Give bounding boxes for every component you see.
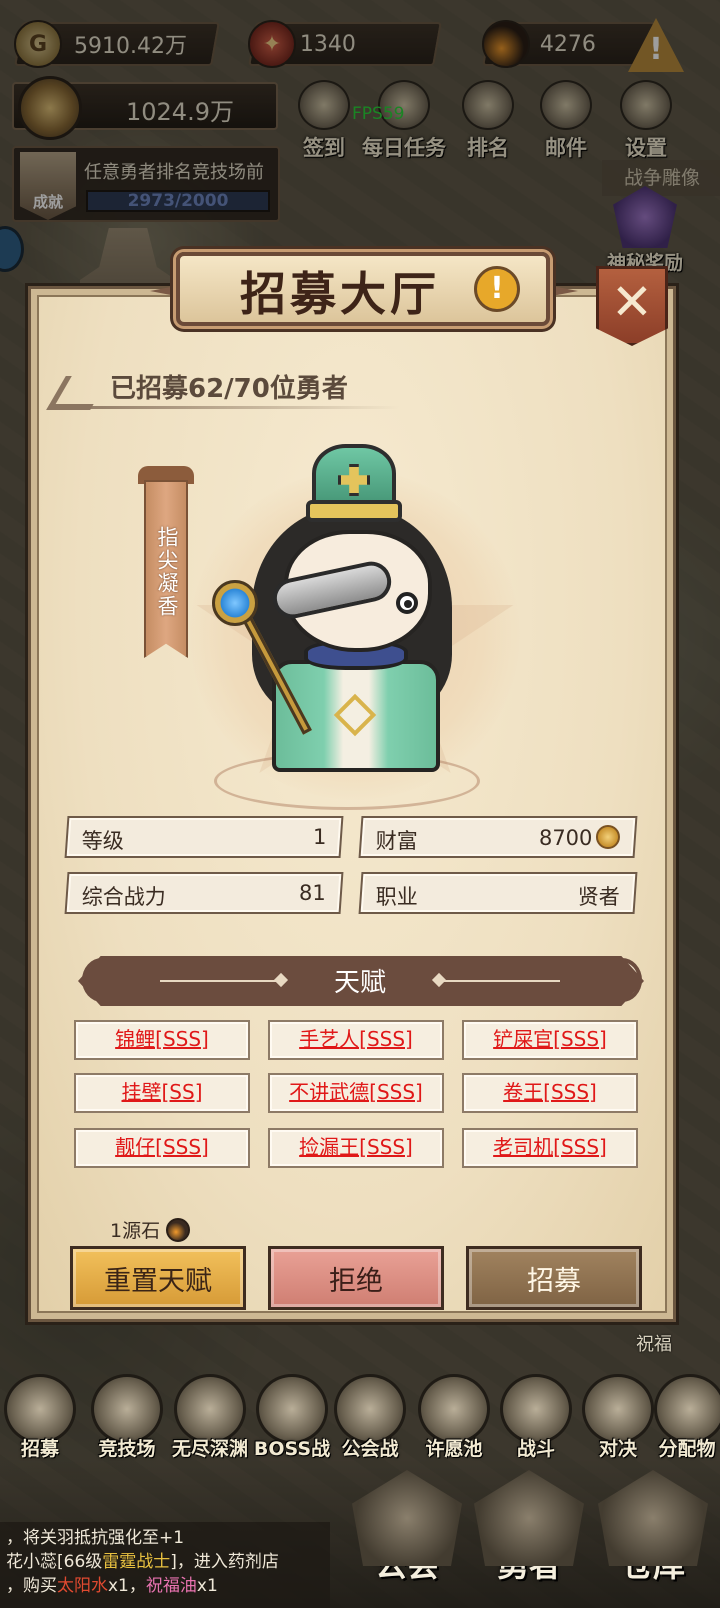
nav-duel-label: 对决	[598, 1438, 637, 1460]
nav-arena-label: 竞技场	[98, 1438, 156, 1460]
nav-duel[interactable]: 对决	[578, 1374, 658, 1461]
nav-recruit[interactable]: 招募	[0, 1374, 80, 1461]
nav-abyss-label: 无尽深渊	[171, 1438, 248, 1460]
chat-item: 太阳水	[57, 1576, 108, 1596]
coin-icon	[595, 825, 620, 849]
stat-power: 综合战力 81	[64, 872, 344, 914]
battle-icon	[500, 1374, 572, 1444]
map-label: 祝福	[636, 1334, 672, 1355]
nav-boss-label: BOSS战	[253, 1438, 331, 1460]
chat-text: ，购买	[6, 1576, 57, 1596]
class-value: 贤者	[577, 885, 620, 909]
duel-icon	[582, 1374, 654, 1444]
reject-button[interactable]: 拒绝	[268, 1246, 444, 1310]
chat-text: x1，	[108, 1576, 146, 1596]
talent-title: 天赋	[333, 968, 386, 998]
nav-guild-war-label: 公会战	[341, 1438, 399, 1460]
talent-item[interactable]: 锦鲤[SSS]	[74, 1020, 250, 1060]
helmet-icon	[474, 1470, 584, 1566]
count-underline	[60, 406, 400, 409]
tab-warehouse[interactable]: 仓库	[590, 1470, 716, 1608]
talent-item[interactable]: 手艺人[SSS]	[268, 1020, 444, 1060]
chat-text: ]，进入药剂店	[170, 1552, 279, 1572]
talent-line-left	[160, 980, 280, 982]
wealth-value-wrap: 8700	[539, 825, 620, 850]
hat-band	[306, 500, 402, 522]
stat-class: 职业 贤者	[358, 872, 638, 914]
staff-gem-icon	[212, 580, 258, 626]
chat-class: 雷霆战士	[102, 1552, 171, 1572]
chat-line: 花小蕊[66级雷霆战士]，进入药剂店	[6, 1550, 324, 1574]
info-warning-icon[interactable]: !	[474, 266, 520, 312]
abyss-icon	[174, 1374, 246, 1444]
talent-item[interactable]: 卷王[SSS]	[462, 1073, 638, 1113]
level-label: 等级	[81, 829, 124, 853]
chat-item: 祝福油	[145, 1576, 197, 1596]
stat-wealth: 财富 8700	[358, 816, 638, 858]
warehouse-icon	[598, 1470, 708, 1566]
hero-name: 指尖凝香	[155, 526, 179, 618]
nav-arena[interactable]: 竞技场	[82, 1374, 172, 1461]
nav-distribute-label: 分配物	[658, 1438, 716, 1460]
nav-wishing-pool-label: 许愿池	[425, 1438, 483, 1460]
talent-item[interactable]: 铲屎官[SSS]	[462, 1020, 638, 1060]
talent-item[interactable]: 靓仔[SSS]	[74, 1128, 250, 1168]
class-label: 职业	[375, 885, 418, 909]
source-stone-icon	[166, 1218, 191, 1242]
nav-guild-war[interactable]: 公会战	[330, 1374, 410, 1461]
hero-wealth-value: 8700	[538, 826, 592, 850]
chat-level: [66级	[57, 1552, 103, 1572]
guild-war-icon	[334, 1374, 406, 1444]
nav-boss[interactable]: BOSS战	[250, 1374, 334, 1461]
tab-guild[interactable]: 公会	[344, 1470, 470, 1608]
level-value: 1	[312, 825, 326, 849]
wealth-label: 财富	[375, 829, 418, 853]
stat-level: 等级 1	[64, 816, 344, 858]
chat-line: ，将关羽抵抗强化至+1	[6, 1528, 185, 1548]
talent-item[interactable]: 不讲武德[SSS]	[268, 1073, 444, 1113]
chat-feed[interactable]: ，将关羽抵抗强化至+1 花小蕊[66级雷霆战士]，进入药剂店 ，购买太阳水x1，…	[0, 1522, 330, 1608]
reset-talent-button[interactable]: 重置天赋	[70, 1246, 246, 1310]
recruited-count: 已招募62/70位勇者	[110, 374, 348, 404]
talent-item[interactable]: 老司机[SSS]	[462, 1128, 638, 1168]
wishing-pool-icon	[418, 1374, 490, 1444]
nav-distribute[interactable]: 分配物	[654, 1374, 720, 1461]
reset-cost: 1源石	[110, 1216, 191, 1243]
chat-user: 花小蕊	[6, 1552, 57, 1572]
power-label: 综合战力	[81, 885, 166, 909]
hero-eye	[396, 592, 418, 614]
nav-abyss[interactable]: 无尽深渊	[164, 1374, 256, 1461]
nav-battle[interactable]: 战斗	[496, 1374, 576, 1461]
distribute-icon	[654, 1374, 720, 1444]
dialog-title: 招募大厅	[240, 267, 440, 321]
tab-heroes[interactable]: 勇者	[466, 1470, 592, 1608]
recruit-icon	[4, 1374, 76, 1444]
arena-icon	[91, 1374, 163, 1444]
nav-battle-label: 战斗	[516, 1438, 555, 1460]
power-value: 81	[299, 881, 326, 905]
talent-item[interactable]: 挂壁[SS]	[74, 1073, 250, 1113]
cost-label: 1源石	[110, 1220, 161, 1242]
nav-wishing-pool[interactable]: 许愿池	[414, 1374, 494, 1461]
guild-icon	[352, 1470, 462, 1566]
chat-line: ，购买太阳水x1，祝福油x1	[6, 1574, 324, 1598]
nav-recruit-label: 招募	[20, 1438, 59, 1460]
talent-line-right	[440, 980, 560, 982]
boss-icon	[256, 1374, 328, 1444]
talent-item[interactable]: 捡漏王[SSS]	[268, 1128, 444, 1168]
chat-text: x1	[196, 1576, 218, 1596]
recruit-button[interactable]: 招募	[466, 1246, 642, 1310]
